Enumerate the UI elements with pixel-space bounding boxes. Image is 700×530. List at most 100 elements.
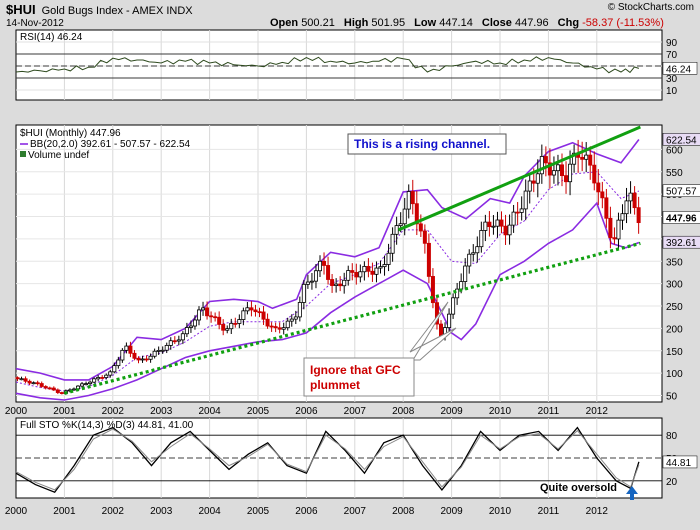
candle-body xyxy=(257,311,262,314)
candle-body xyxy=(80,383,85,387)
candle-body xyxy=(168,340,173,346)
candle-body xyxy=(612,237,617,240)
candle-body xyxy=(539,156,544,175)
candle-body xyxy=(221,324,226,331)
candle-body xyxy=(23,378,28,382)
chart-canvas: 1030507090RSI(14) 46.2446.24501001502002… xyxy=(5,29,700,517)
price-tick-label: 100 xyxy=(666,369,683,380)
sto-last-label: 44.81 xyxy=(666,458,691,469)
candle-body xyxy=(467,253,472,267)
candle-body xyxy=(503,225,508,236)
candle-body xyxy=(124,345,129,351)
sto-x-tick-label: 2006 xyxy=(295,506,318,517)
candle-body xyxy=(184,327,189,335)
candle-body xyxy=(19,378,24,381)
candle-body xyxy=(362,265,367,273)
candle-body xyxy=(475,246,480,254)
candle-body xyxy=(108,371,113,376)
sto-x-tick-label: 2009 xyxy=(440,506,463,517)
candle-body xyxy=(245,307,250,312)
price-tick-label: 50 xyxy=(666,392,678,403)
candle-body xyxy=(568,163,573,183)
candle-body xyxy=(51,387,56,391)
candle-body xyxy=(253,309,258,313)
candle-body xyxy=(636,207,641,224)
candle-body xyxy=(100,377,105,379)
candle-body xyxy=(374,267,379,275)
price-x-tick-label: 2000 xyxy=(5,406,28,417)
candle-body xyxy=(604,197,609,219)
price-x-tick-label: 2007 xyxy=(344,406,367,417)
candle-body xyxy=(378,266,383,269)
candle-body xyxy=(410,191,415,205)
rsi-tick-label: 90 xyxy=(666,38,678,49)
candle-body xyxy=(487,221,492,228)
candle-body xyxy=(132,352,137,359)
candle-body xyxy=(205,307,210,317)
candle-body xyxy=(459,281,464,290)
candle-body xyxy=(523,190,528,210)
candle-body xyxy=(261,311,266,320)
candle-body xyxy=(55,389,60,393)
sto-tick-label: 80 xyxy=(666,431,678,442)
candle-body xyxy=(152,350,157,357)
candle-body xyxy=(499,219,504,227)
price-x-tick-label: 2012 xyxy=(586,406,609,417)
candle-body xyxy=(192,319,197,327)
sto-x-tick-label: 2010 xyxy=(489,506,512,517)
candle-body xyxy=(136,357,141,361)
candle-body xyxy=(104,374,109,378)
price-label-close: 447.96 xyxy=(666,213,697,224)
candle-body xyxy=(172,340,177,343)
candle-body xyxy=(233,322,238,325)
candle-body xyxy=(519,208,524,213)
candle-body xyxy=(96,377,101,380)
price-x-tick-label: 2009 xyxy=(440,406,463,417)
candle-body xyxy=(354,272,359,278)
price-x-tick-label: 2008 xyxy=(392,406,415,417)
price-x-tick-label: 2003 xyxy=(150,406,173,417)
price-tick-label: 200 xyxy=(666,324,683,335)
candle-body xyxy=(156,349,161,352)
candle-body xyxy=(511,211,516,226)
candle-body xyxy=(140,358,145,361)
candle-body xyxy=(120,349,125,361)
candle-body xyxy=(225,328,230,331)
sto-x-tick-label: 2005 xyxy=(247,506,270,517)
candle-body xyxy=(471,252,476,255)
candle-body xyxy=(313,270,318,282)
candle-body xyxy=(326,265,331,280)
rsi-tick-label: 30 xyxy=(666,74,678,85)
candle-body xyxy=(370,270,375,275)
candle-body xyxy=(164,345,169,351)
candle-body xyxy=(479,230,484,248)
price-x-tick-label: 2004 xyxy=(198,406,221,417)
price-tick-label: 350 xyxy=(666,257,683,268)
candle-body xyxy=(116,359,121,367)
rising-channel-callout: This is a rising channel. xyxy=(354,137,490,151)
price-tick-label: 300 xyxy=(666,280,683,291)
sto-x-tick-label: 2012 xyxy=(586,506,609,517)
candle-body xyxy=(560,164,565,177)
candle-body xyxy=(596,182,601,193)
candle-body xyxy=(281,327,286,330)
candle-body xyxy=(394,225,399,235)
candle-body xyxy=(330,279,335,286)
price-tick-label: 250 xyxy=(666,302,683,313)
bb-legend-label: BB(20,2.0) 392.61 - 507.57 - 622.54 xyxy=(30,139,191,150)
candle-body xyxy=(229,322,234,330)
volume-legend-label: Volume undef xyxy=(28,150,89,161)
candle-body xyxy=(285,320,290,329)
candle-body xyxy=(217,316,222,325)
candle-body xyxy=(188,325,193,328)
candle-body xyxy=(382,264,387,268)
candle-body xyxy=(632,192,637,209)
price-label-bb_mid: 507.57 xyxy=(666,187,697,198)
candle-body xyxy=(628,192,633,202)
candle-body xyxy=(209,315,214,318)
quite-oversold-label: Quite oversold xyxy=(540,482,617,494)
candle-body xyxy=(463,265,468,282)
candle-body xyxy=(418,223,423,232)
candle-body xyxy=(342,279,347,287)
price-x-tick-label: 2010 xyxy=(489,406,512,417)
